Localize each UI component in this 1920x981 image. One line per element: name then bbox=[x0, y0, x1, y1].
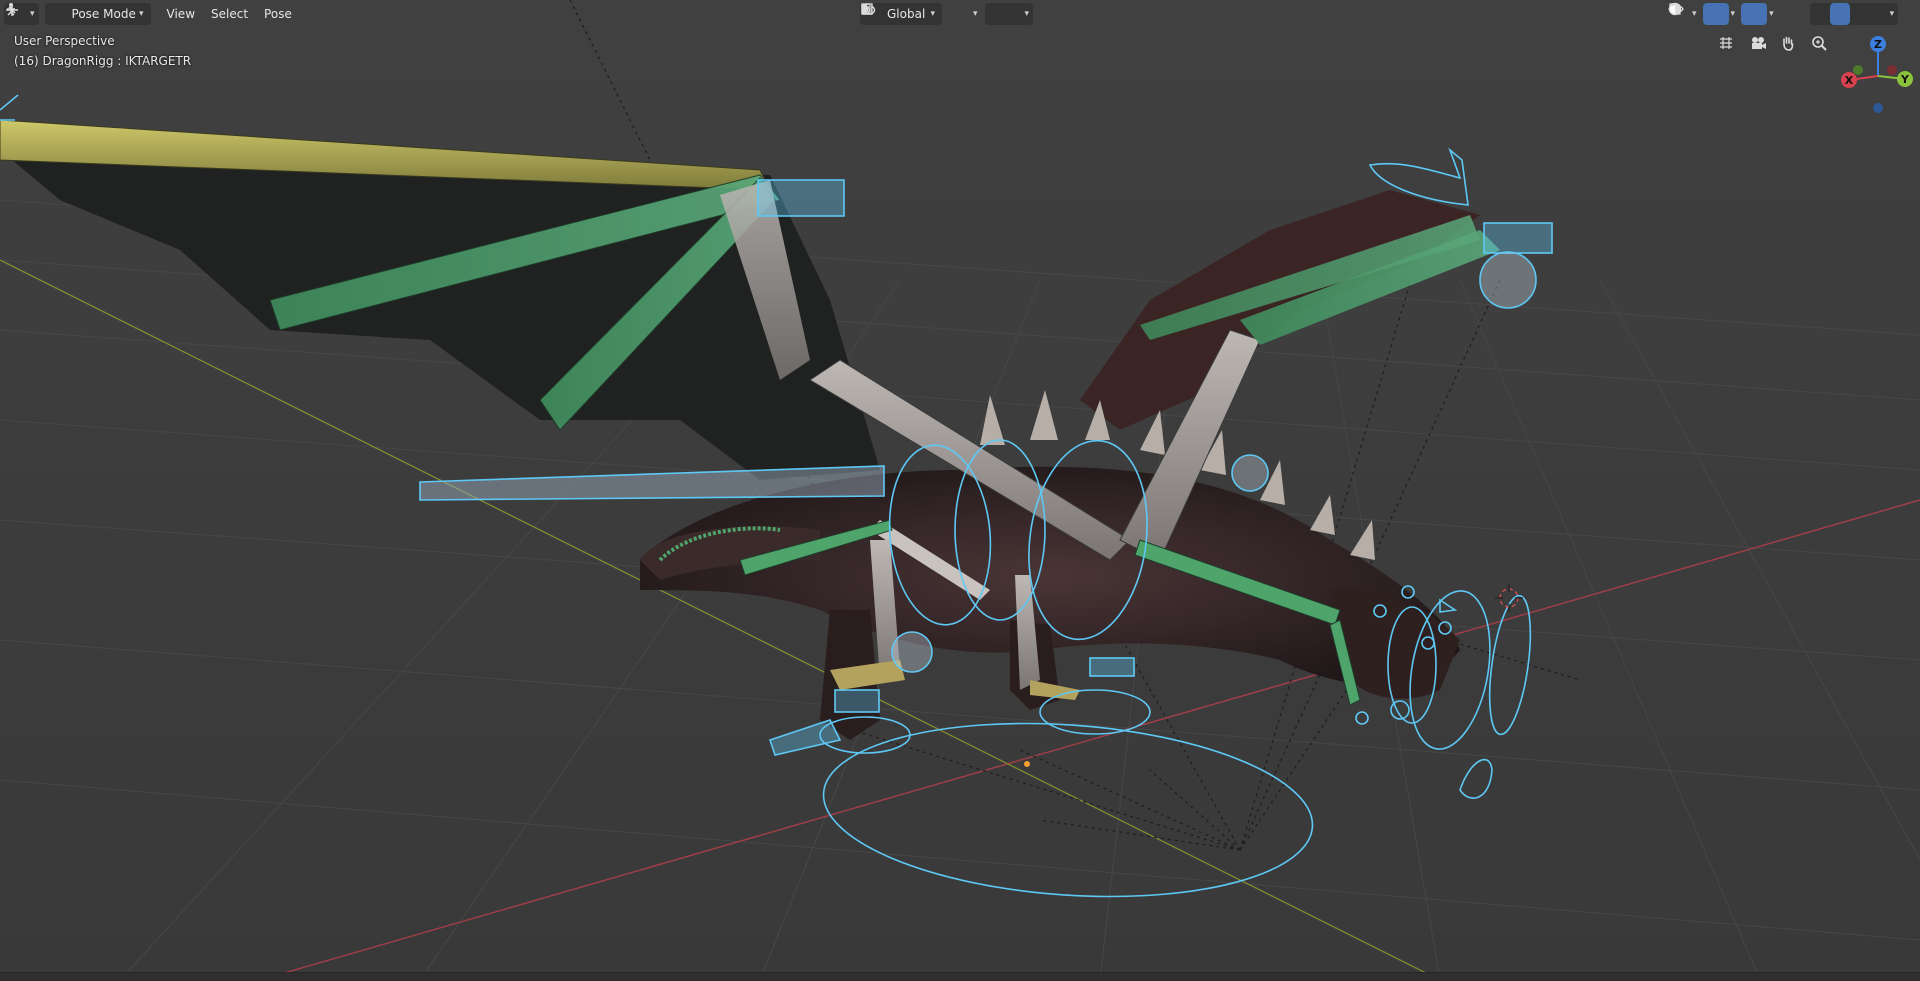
camera-view-button[interactable] bbox=[1749, 35, 1777, 63]
navigation-gizmo[interactable]: Z X Y bbox=[1836, 32, 1920, 116]
orientation-label: Global bbox=[887, 7, 926, 21]
wireframe-shading-button[interactable] bbox=[1668, 2, 1830, 25]
menu-view[interactable]: View bbox=[159, 3, 203, 25]
overlay-toggle[interactable] bbox=[1668, 3, 1768, 25]
chevron-down-icon: ▾ bbox=[139, 9, 144, 19]
origin-point bbox=[1024, 761, 1030, 767]
solid-shading-button[interactable] bbox=[1669, 3, 1850, 25]
gizmo-toggle[interactable] bbox=[1670, 3, 1729, 25]
viewport-scene bbox=[0, 0, 1920, 980]
header-center-tools: Global ▾ ▾ ▾ bbox=[860, 2, 1034, 26]
viewport-header: ▾ Pose Mode ▾ View Select Pose bbox=[4, 2, 300, 26]
mode-label: Pose Mode bbox=[71, 7, 136, 21]
snap-group: ▾ bbox=[861, 3, 1034, 25]
toggle-grid-view-button[interactable] bbox=[1718, 35, 1746, 63]
mode-selector[interactable]: Pose Mode ▾ bbox=[7, 3, 151, 25]
view-name: User Perspective bbox=[14, 34, 115, 48]
chevron-down-icon: ▾ bbox=[930, 9, 935, 19]
3d-viewport[interactable]: ▾ Pose Mode ▾ View Select Pose Global ▾ … bbox=[0, 0, 1920, 981]
gizmo-x-axis[interactable]: X bbox=[1841, 72, 1857, 88]
snap-target-selector[interactable] bbox=[861, 3, 1025, 25]
chevron-down-icon: ▾ bbox=[1889, 9, 1895, 19]
snap-toggle[interactable] bbox=[862, 3, 1005, 25]
gizmo-y-axis[interactable]: Y bbox=[1897, 71, 1913, 87]
menu-select[interactable]: Select bbox=[203, 3, 256, 25]
header-right-tools: ▾ ▾ ▾ ▾ bbox=[1668, 2, 1899, 26]
zoom-view-button[interactable] bbox=[1811, 35, 1839, 63]
xray-toggle[interactable] bbox=[1669, 3, 1806, 25]
shading-mode-group: ▾ bbox=[1668, 2, 1899, 25]
menu-pose[interactable]: Pose bbox=[256, 3, 300, 25]
pan-view-button[interactable] bbox=[1780, 35, 1808, 63]
active-object-info: (16) DragonRigg : IKTARGETR bbox=[14, 54, 192, 68]
pivot-point-icon bbox=[861, 3, 973, 25]
gizmo-z-axis[interactable]: Z bbox=[1870, 36, 1886, 52]
material-shading-button[interactable] bbox=[1668, 2, 1870, 25]
pose-mode-icon bbox=[7, 3, 68, 25]
rendered-shading-button[interactable] bbox=[1668, 2, 1890, 25]
pivot-point-selector[interactable]: ▾ bbox=[861, 3, 981, 25]
